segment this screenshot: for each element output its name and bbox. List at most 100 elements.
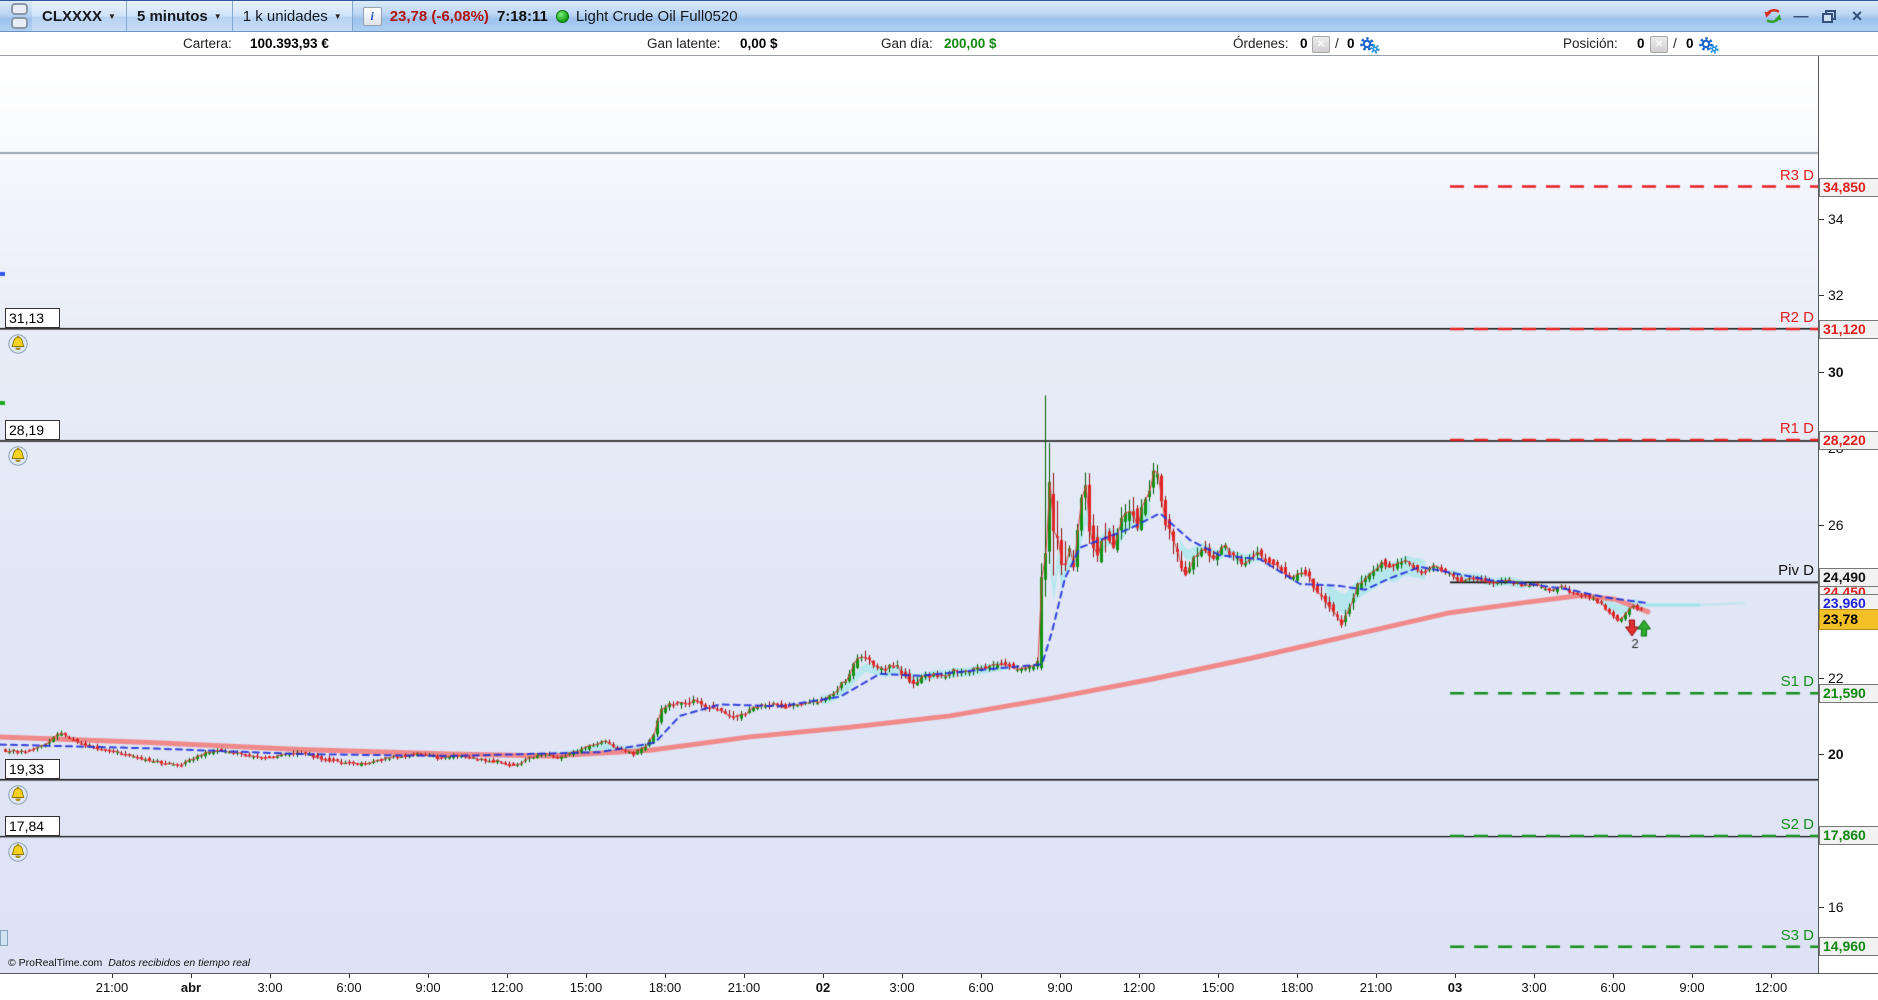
realtime-note: Datos recibidos en tiempo real [108,957,251,969]
info-icon[interactable]: i [362,6,382,26]
last-price-change: 23,78 (-6,08%) [389,7,489,25]
pivot-price-label[interactable]: 14,960 [1819,937,1878,956]
pivot-price-label[interactable]: 21,590 [1819,684,1878,703]
x-tick-mark [191,974,192,978]
x-tick-mark [270,974,271,978]
window-buttons: — × [1762,6,1878,26]
pivot-price-label[interactable]: 24,490 [1819,568,1878,587]
x-tick-mark [902,974,903,978]
x-tick-mark [823,974,824,978]
x-tick-label: 12:00 [1122,980,1156,995]
x-tick-label: 6:00 [336,980,362,995]
chart-footer-note: © ProRealTime.com Datos recibidos en tiem… [8,957,250,969]
x-tick-mark [1613,974,1614,978]
close-icon[interactable]: × [1846,6,1868,26]
alarm-bell-icon[interactable] [8,784,28,805]
pivot-price-label[interactable]: 17,860 [1819,826,1878,845]
drag-grip-icon[interactable] [6,3,32,29]
alert-price-label[interactable]: 17,84 [5,815,60,836]
x-tick-mark [1455,974,1456,978]
posicion-value2: 0 [1686,36,1694,51]
minimize-button[interactable]: — [1790,6,1812,26]
x-tick-mark [1218,974,1219,978]
pivot-price-label[interactable]: 34,850 [1819,178,1878,197]
instrument-code: CLXXXX [42,7,103,25]
y-tick-mark [1819,219,1824,220]
x-tick-mark [112,974,113,978]
x-tick-label: 3:00 [257,980,283,995]
y-tick-label: 32 [1828,287,1844,304]
posicion-label: Posición: [1563,36,1618,51]
x-tick-label: 02 [815,980,831,995]
x-tick-label: 21:00 [727,980,761,995]
posicion-value: 0 [1637,36,1645,51]
x-tick-mark [665,974,666,978]
time-axis[interactable]: 21:00 abr 3:00 6:00 9:00 12:00 15:00 18:00 21:00… [0,973,1878,1000]
timeframe-dropdown[interactable]: 5 minutos ▼ [126,1,233,31]
prorealtime-trading-window: CLXXXX ▼ 5 minutos ▼ 1 k unidades ▼ i 23… [0,0,1878,1000]
restore-button[interactable] [1818,6,1840,26]
quantity-label: 1 k unidades [242,7,328,25]
alarm-bell-icon[interactable] [8,446,28,466]
panel-splitter-handle[interactable] [0,930,8,946]
position-settings-gear-icon[interactable] [1698,36,1720,57]
x-tick-label: 18:00 [648,980,682,995]
cartera-label: Cartera: [183,36,232,51]
x-tick-label: 03 [1447,980,1463,995]
pivot-price-label[interactable]: 31,120 [1819,320,1878,339]
y-tick-label: 34 [1828,211,1844,227]
y-tick-label: 30 [1828,363,1844,380]
alert-price-label[interactable]: 19,33 [5,758,60,779]
refresh-sync-icon[interactable] [1762,6,1784,26]
x-tick-mark [1297,974,1298,978]
x-tick-mark [1139,974,1140,978]
close-position-icon[interactable]: ✕ [1650,36,1668,53]
pivot-line-label: S3 D [1780,926,1814,944]
x-tick-mark [1376,974,1377,978]
alarm-bell-icon[interactable] [8,841,28,862]
x-tick-label: 6:00 [1600,980,1626,995]
x-tick-mark [744,974,745,978]
orders-settings-gear-icon[interactable] [1359,36,1381,57]
caret-down-icon: ▼ [108,11,116,21]
x-tick-mark [586,974,587,978]
window-titlebar[interactable]: CLXXXX ▼ 5 minutos ▼ 1 k unidades ▼ i 23… [0,0,1878,32]
x-tick-label: 3:00 [889,980,915,995]
pivot-line-label: S2 D [1780,815,1814,833]
caret-down-icon: ▼ [333,11,342,21]
pivot-line-label: R3 D [1779,166,1814,184]
x-tick-label: 21:00 [1359,980,1393,995]
clock: 7:18:11 [496,7,548,25]
pivot-price-label[interactable]: 28,220 [1819,431,1878,450]
x-tick-mark [507,974,508,978]
caret-down-icon: ▼ [213,11,222,21]
alert-price-label[interactable]: 31,13 [5,307,60,328]
quantity-dropdown[interactable]: 1 k unidades ▼ [232,1,353,31]
pivot-line-label: R1 D [1779,419,1814,437]
cancel-orders-icon[interactable]: ✕ [1312,36,1330,53]
copyright: © ProRealTime.com [8,957,103,969]
x-tick-mark [981,974,982,978]
x-tick-mark [428,974,429,978]
x-tick-label: 3:00 [1521,980,1547,995]
market-open-status-dot [555,9,569,23]
alarm-bell-icon[interactable] [8,333,28,354]
x-tick-label: 15:00 [569,980,603,995]
x-tick-label: 18:00 [1280,980,1314,995]
price-axis[interactable]: 3432302826242220181634,85031,12028,22024… [1818,56,1878,973]
gan-dia-label: Gan día: [881,36,933,51]
y-tick-label: 26 [1828,516,1844,533]
x-tick-mark [1771,974,1772,978]
instrument-fullname: Light Crude Oil Full0520 [575,7,738,25]
pivot-line-label: Piv D [1778,562,1814,580]
timeframe-label: 5 minutos [136,7,208,25]
price-chart-canvas[interactable] [0,56,1818,973]
x-tick-label: 9:00 [1047,980,1073,995]
gan-dia-value: 200,00 $ [944,36,997,51]
instrument-dropdown[interactable]: CLXXXX ▼ [32,1,127,31]
y-tick-mark [1819,906,1824,908]
x-tick-label: 9:00 [415,980,441,995]
alert-price-label[interactable]: 28,19 [5,420,60,441]
x-tick-label: 12:00 [1754,980,1788,995]
current-price-label[interactable]: 23,78 [1819,609,1878,630]
